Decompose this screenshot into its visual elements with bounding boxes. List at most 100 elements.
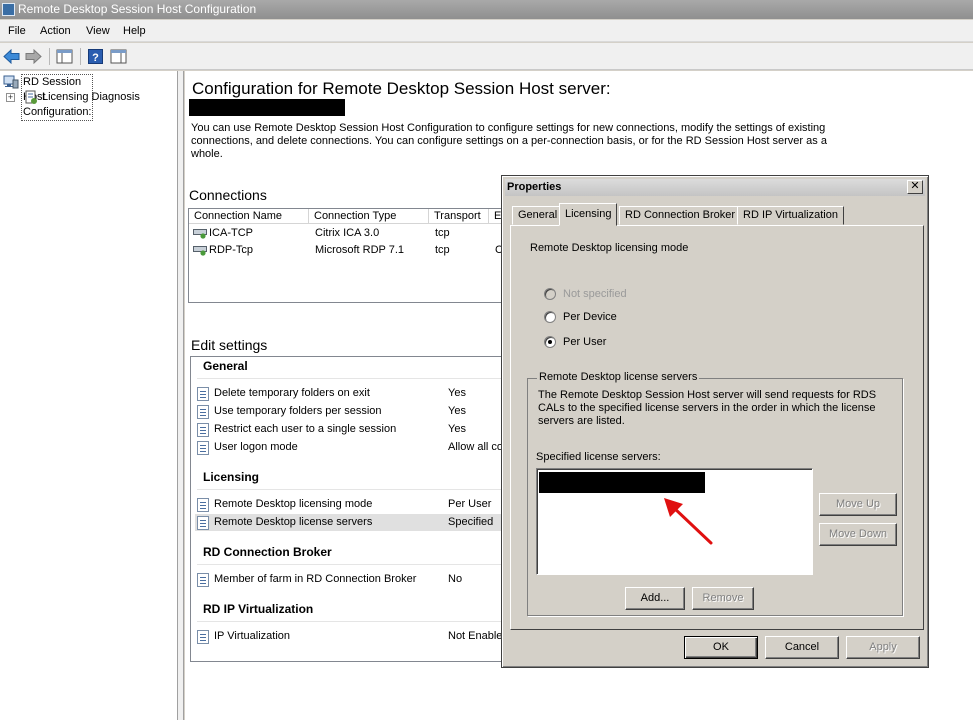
setting-row[interactable]: Restrict each user to a single session Ye… [195, 421, 509, 438]
connection-type: Microsoft RDP 7.1 [315, 244, 405, 256]
menu-help[interactable]: Help [123, 25, 146, 37]
setting-name: Member of farm in RD Connection Broker [214, 573, 417, 585]
cancel-button[interactable]: Cancel [765, 636, 839, 659]
setting-row[interactable]: Member of farm in RD Connection Broker No [195, 571, 509, 588]
column-header-transport[interactable]: Transport [429, 209, 489, 224]
setting-value: Per User [448, 498, 492, 510]
menu-view[interactable]: View [86, 25, 110, 37]
tab-rd-ip-virtualization[interactable]: RD IP Virtualization [737, 206, 844, 225]
specified-servers-label: Specified license servers: [536, 451, 661, 463]
connections-list[interactable]: Connection Name Connection Type Transpor… [188, 208, 508, 303]
setting-name: Use temporary folders per session [214, 405, 382, 417]
setting-name: Remote Desktop licensing mode [214, 498, 373, 510]
table-row[interactable]: RDP-Tcp Microsoft RDP 7.1 tcp C [189, 242, 507, 259]
setting-document-icon [197, 405, 209, 419]
licensing-tab-page: Remote Desktop licensing mode Not specif… [510, 225, 924, 630]
setting-row[interactable]: IP Virtualization Not Enable [195, 628, 509, 645]
radio-button [544, 311, 556, 323]
window-title: Remote Desktop Session Host Configuratio… [18, 2, 257, 16]
edit-settings-heading: Edit settings [191, 337, 268, 353]
connection-icon [193, 246, 207, 256]
remove-button[interactable]: Remove [692, 587, 754, 610]
close-icon[interactable]: ✕ [907, 180, 923, 194]
console-tree: RD Session Host Configuration: + Licensi… [0, 71, 178, 720]
group-heading-rd-connection-broker: RD Connection Broker [203, 545, 332, 559]
toolbar: ? [0, 43, 973, 70]
help-icon[interactable]: ? [86, 47, 105, 66]
radio-label: Not specified [563, 288, 627, 300]
red-arrow-annotation-icon [664, 498, 713, 545]
setting-document-icon [197, 441, 209, 455]
ok-button[interactable]: OK [684, 636, 758, 659]
setting-document-icon [197, 498, 209, 512]
setting-row[interactable]: Use temporary folders per session Yes [195, 403, 509, 420]
connections-heading: Connections [189, 187, 267, 203]
radio-button [544, 288, 556, 300]
window-title-bar: Remote Desktop Session Host Configuratio… [0, 0, 973, 19]
properties-dialog: Properties ✕ General Licensing RD Connec… [501, 175, 929, 668]
show-hide-console-tree-icon[interactable] [55, 47, 74, 66]
setting-value: Yes [448, 387, 466, 399]
setting-row-selected[interactable]: Remote Desktop license servers Specified [195, 514, 509, 531]
expand-plus-icon[interactable]: + [6, 93, 15, 102]
setting-value: Yes [448, 423, 466, 435]
diagnosis-icon [25, 90, 37, 104]
radio-button [544, 336, 556, 348]
connection-name: ICA-TCP [209, 227, 253, 239]
licensing-mode-label: Remote Desktop licensing mode [530, 242, 689, 254]
redacted-server-name [189, 99, 345, 116]
tree-item-licensing-diagnosis[interactable]: + Licensing Diagnosis [6, 90, 140, 105]
tree-item-rd-session-host-configuration[interactable]: RD Session Host Configuration: [3, 74, 94, 121]
setting-document-icon [197, 423, 209, 437]
setting-row[interactable]: User logon mode Allow all co [195, 439, 509, 456]
server-icon [3, 75, 19, 89]
move-down-button[interactable]: Move Down [819, 523, 897, 546]
setting-value: No [448, 573, 463, 585]
setting-row[interactable]: Delete temporary folders on exit Yes [195, 385, 509, 402]
setting-document-icon [197, 630, 209, 644]
setting-value: Allow all co [448, 441, 504, 453]
radio-label: Per Device [563, 311, 617, 323]
dialog-title: Properties [507, 181, 562, 193]
apply-button[interactable]: Apply [846, 636, 920, 659]
group-heading-licensing: Licensing [203, 470, 260, 484]
setting-name: User logon mode [214, 441, 298, 453]
radio-not-specified[interactable]: Not specified [544, 287, 704, 303]
tab-licensing[interactable]: Licensing [559, 203, 618, 226]
tab-rd-connection-broker[interactable]: RD Connection Broker [619, 206, 742, 225]
setting-name: Delete temporary folders on exit [214, 387, 370, 399]
setting-name: Restrict each user to a single session [214, 423, 397, 435]
menu-bar: File Action View Help [0, 20, 973, 42]
column-header-connection-type[interactable]: Connection Type [309, 209, 429, 224]
connection-icon [193, 229, 207, 239]
svg-text:?: ? [92, 52, 99, 64]
page-description: You can use Remote Desktop Session Host … [191, 122, 827, 160]
setting-document-icon [197, 516, 209, 530]
menu-file[interactable]: File [8, 25, 26, 37]
connection-name: RDP-Tcp [209, 244, 254, 256]
setting-name: IP Virtualization [214, 630, 291, 642]
radio-label: Per User [563, 336, 607, 348]
show-hide-action-pane-icon[interactable] [109, 47, 128, 66]
pane-splitter[interactable] [178, 71, 184, 720]
back-arrow-icon[interactable] [2, 47, 21, 66]
setting-row[interactable]: Remote Desktop licensing mode Per User [195, 496, 509, 513]
table-row[interactable]: ICA-TCP Citrix ICA 3.0 tcp [189, 225, 507, 242]
dialog-title-bar[interactable]: Properties ✕ [505, 179, 925, 196]
forward-arrow-icon[interactable] [24, 47, 43, 66]
setting-document-icon [197, 573, 209, 587]
page-title: Configuration for Remote Desktop Session… [192, 79, 611, 98]
menu-action[interactable]: Action [40, 25, 71, 37]
radio-per-device[interactable]: Per Device [544, 310, 704, 326]
add-button[interactable]: Add... [625, 587, 685, 610]
move-up-button[interactable]: Move Up [819, 493, 897, 516]
column-header-connection-name[interactable]: Connection Name [189, 209, 309, 224]
radio-per-user[interactable]: Per User [544, 335, 704, 351]
group-heading-general: General [203, 359, 248, 373]
connection-transport: tcp [435, 227, 450, 239]
edit-settings-panel: General Delete temporary folders on exit… [190, 356, 510, 662]
tab-general[interactable]: General [512, 206, 564, 225]
connection-type: Citrix ICA 3.0 [315, 227, 380, 239]
app-icon [2, 3, 15, 16]
license-servers-legend: Remote Desktop license servers [537, 371, 700, 383]
